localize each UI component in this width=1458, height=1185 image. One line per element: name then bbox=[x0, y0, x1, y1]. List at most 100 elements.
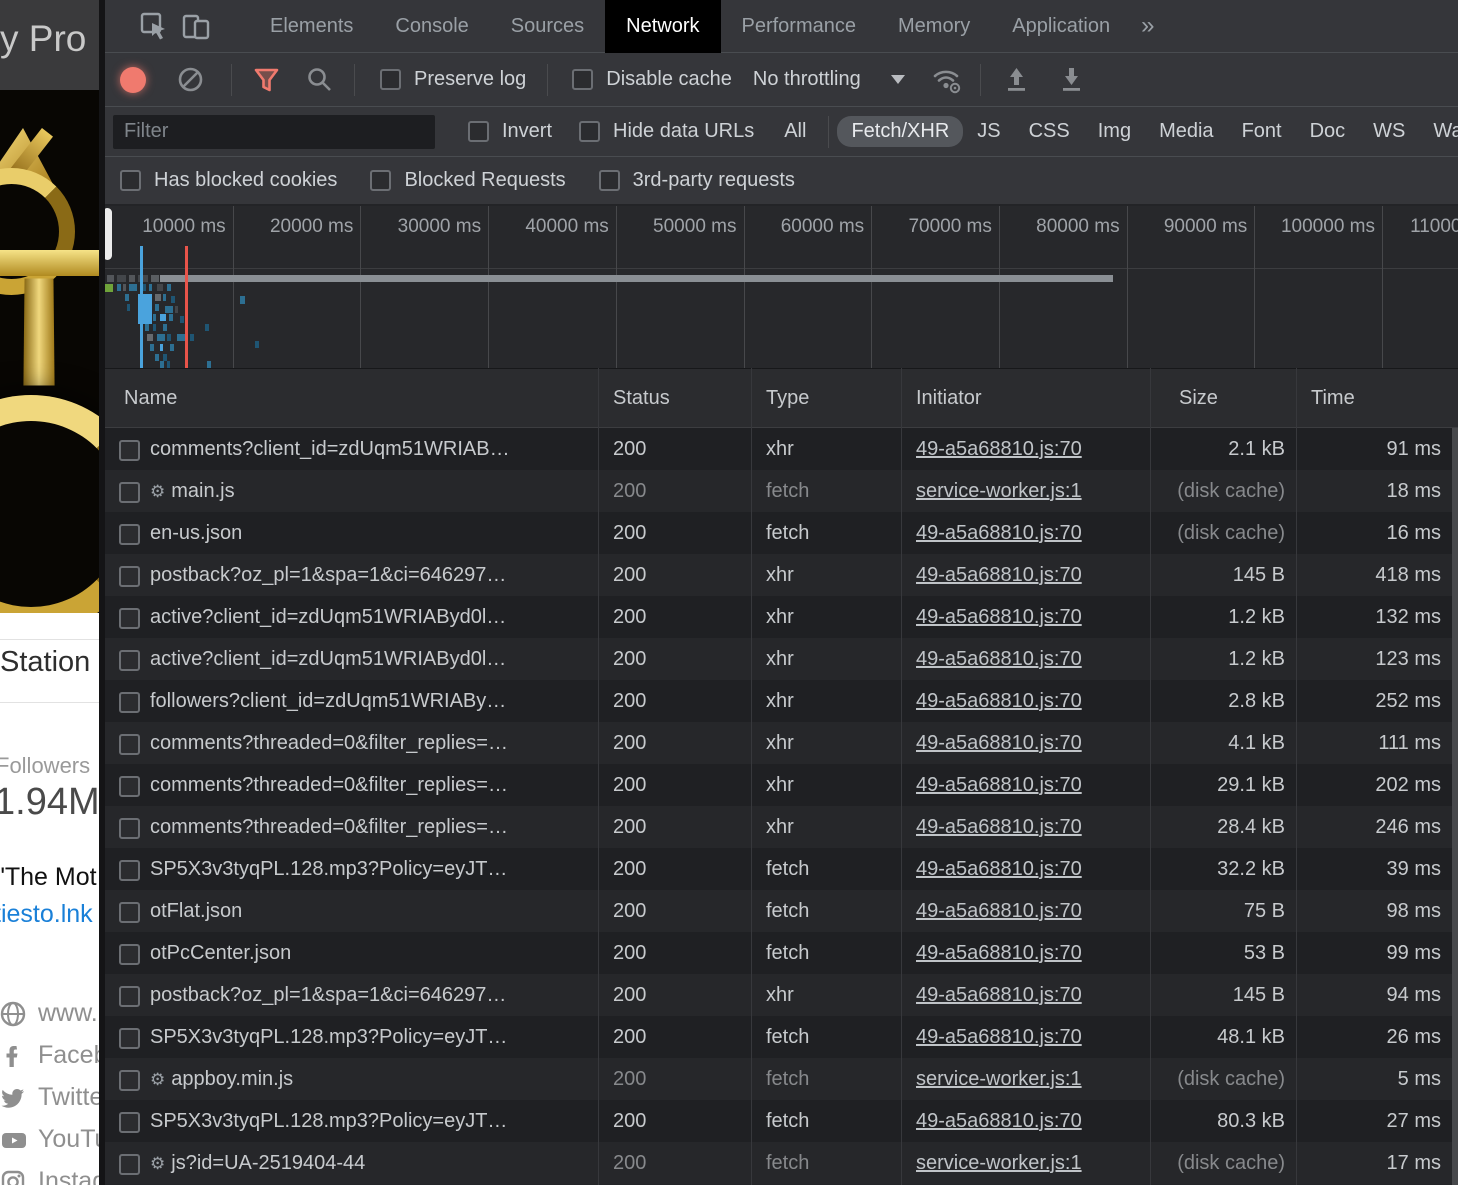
disable-cache-label[interactable]: Disable cache bbox=[606, 68, 732, 91]
blocked-requests-label[interactable]: Blocked Requests bbox=[404, 169, 565, 192]
initiator-link[interactable]: 49-a5a68810.js:70 bbox=[916, 984, 1082, 1006]
row-checkbox[interactable] bbox=[119, 734, 140, 755]
row-checkbox[interactable] bbox=[119, 566, 140, 587]
request-name[interactable]: ⚙main.js bbox=[150, 470, 598, 512]
table-row[interactable]: active?client_id=zdUqm51WRIAByd0l…200xhr… bbox=[105, 638, 1458, 680]
request-name[interactable]: otPcCenter.json bbox=[150, 932, 598, 974]
initiator-link[interactable]: 49-a5a68810.js:70 bbox=[916, 1110, 1082, 1132]
column-divider[interactable] bbox=[1296, 368, 1297, 1185]
tab-console[interactable]: Console bbox=[374, 0, 489, 53]
initiator-link[interactable]: 49-a5a68810.js:70 bbox=[916, 438, 1082, 460]
column-divider[interactable] bbox=[751, 368, 752, 1185]
import-har-icon[interactable] bbox=[1004, 66, 1029, 94]
request-name[interactable]: comments?threaded=0&filter_replies=… bbox=[150, 764, 598, 806]
column-divider[interactable] bbox=[901, 368, 902, 1185]
row-checkbox[interactable] bbox=[119, 776, 140, 797]
tab-memory[interactable]: Memory bbox=[877, 0, 991, 53]
has-blocked-cookies-checkbox[interactable] bbox=[120, 170, 141, 191]
row-checkbox[interactable] bbox=[119, 1112, 140, 1133]
row-checkbox[interactable] bbox=[119, 692, 140, 713]
column-header-size[interactable]: Size bbox=[1165, 369, 1218, 429]
request-name[interactable]: en-us.json bbox=[150, 512, 598, 554]
column-header-type[interactable]: Type bbox=[752, 369, 809, 429]
initiator-link[interactable]: 49-a5a68810.js:70 bbox=[916, 1026, 1082, 1048]
column-header-status[interactable]: Status bbox=[599, 369, 670, 429]
initiator-link[interactable]: 49-a5a68810.js:70 bbox=[916, 774, 1082, 796]
row-checkbox[interactable] bbox=[119, 944, 140, 965]
row-checkbox[interactable] bbox=[119, 818, 140, 839]
table-row[interactable]: active?client_id=zdUqm51WRIAByd0l…200xhr… bbox=[105, 596, 1458, 638]
social-link-facebook[interactable]: Faceb bbox=[0, 1037, 100, 1079]
request-name[interactable]: comments?client_id=zdUqm51WRIAB… bbox=[150, 428, 598, 470]
type-filter-all[interactable]: All bbox=[770, 116, 820, 147]
type-filter-wasm[interactable]: Wasm bbox=[1419, 116, 1458, 147]
clear-network-log-icon[interactable] bbox=[177, 66, 204, 93]
initiator-link[interactable]: 49-a5a68810.js:70 bbox=[916, 690, 1082, 712]
network-overview-timeline[interactable]: 10000 ms20000 ms30000 ms40000 ms50000 ms… bbox=[105, 206, 1458, 368]
station-label[interactable]: Station bbox=[0, 646, 90, 679]
preserve-log-checkbox[interactable] bbox=[380, 69, 401, 90]
blocked-requests-checkbox[interactable] bbox=[370, 170, 391, 191]
table-row[interactable]: followers?client_id=zdUqm51WRIABy…200xhr… bbox=[105, 680, 1458, 722]
table-row[interactable]: comments?threaded=0&filter_replies=…200x… bbox=[105, 764, 1458, 806]
table-row[interactable]: comments?client_id=zdUqm51WRIAB…200xhr49… bbox=[105, 428, 1458, 470]
initiator-link[interactable]: service-worker.js:1 bbox=[916, 480, 1082, 502]
hide-data-urls-checkbox[interactable] bbox=[579, 121, 600, 142]
device-toolbar-icon[interactable] bbox=[181, 11, 211, 41]
tab-performance[interactable]: Performance bbox=[721, 0, 878, 53]
table-row[interactable]: SP5X3v3tyqPL.128.mp3?Policy=eyJT…200fetc… bbox=[105, 1100, 1458, 1142]
request-name[interactable]: comments?threaded=0&filter_replies=… bbox=[150, 722, 598, 764]
table-row[interactable]: ⚙js?id=UA-2519404-44200fetchservice-work… bbox=[105, 1142, 1458, 1184]
initiator-link[interactable]: 49-a5a68810.js:70 bbox=[916, 606, 1082, 628]
row-checkbox[interactable] bbox=[119, 524, 140, 545]
column-divider[interactable] bbox=[598, 368, 599, 1185]
initiator-link[interactable]: 49-a5a68810.js:70 bbox=[916, 900, 1082, 922]
row-checkbox[interactable] bbox=[119, 482, 140, 503]
type-filter-js[interactable]: JS bbox=[963, 116, 1014, 147]
type-filter-font[interactable]: Font bbox=[1228, 116, 1296, 147]
table-scrollbar[interactable] bbox=[1452, 428, 1458, 1185]
social-link-instagram[interactable]: Instag bbox=[0, 1163, 100, 1185]
request-name[interactable]: active?client_id=zdUqm51WRIAByd0l… bbox=[150, 638, 598, 680]
row-checkbox[interactable] bbox=[119, 1154, 140, 1175]
request-name[interactable]: SP5X3v3tyqPL.128.mp3?Policy=eyJT… bbox=[150, 1016, 598, 1058]
bio-link[interactable]: tiesto.lnk bbox=[0, 900, 93, 929]
request-name[interactable]: active?client_id=zdUqm51WRIAByd0l… bbox=[150, 596, 598, 638]
preserve-log-label[interactable]: Preserve log bbox=[414, 68, 526, 91]
table-row[interactable]: postback?oz_pl=1&spa=1&ci=646297…200xhr4… bbox=[105, 974, 1458, 1016]
type-filter-img[interactable]: Img bbox=[1084, 116, 1145, 147]
3rd-party-requests-label[interactable]: 3rd-party requests bbox=[633, 169, 795, 192]
initiator-link[interactable]: 49-a5a68810.js:70 bbox=[916, 648, 1082, 670]
hide-data-urls-label[interactable]: Hide data URLs bbox=[613, 120, 754, 143]
table-row[interactable]: en-us.json200fetch49-a5a68810.js:70(disk… bbox=[105, 512, 1458, 554]
social-link-youtube[interactable]: YouTu bbox=[0, 1121, 100, 1163]
network-conditions-icon[interactable] bbox=[931, 65, 963, 95]
table-row[interactable]: otPcCenter.json200fetch49-a5a68810.js:70… bbox=[105, 932, 1458, 974]
row-checkbox[interactable] bbox=[119, 1070, 140, 1091]
row-checkbox[interactable] bbox=[119, 1028, 140, 1049]
row-checkbox[interactable] bbox=[119, 650, 140, 671]
type-filter-ws[interactable]: WS bbox=[1359, 116, 1419, 147]
request-name[interactable]: followers?client_id=zdUqm51WRIABy… bbox=[150, 680, 598, 722]
table-row[interactable]: ⚙main.js200fetchservice-worker.js:1(disk… bbox=[105, 470, 1458, 512]
caret-down-icon[interactable] bbox=[891, 75, 905, 84]
table-row[interactable]: comments?threaded=0&filter_replies=…200x… bbox=[105, 806, 1458, 848]
type-filter-css[interactable]: CSS bbox=[1015, 116, 1084, 147]
table-row[interactable]: comments?threaded=0&filter_replies=…200x… bbox=[105, 722, 1458, 764]
request-name[interactable]: ⚙appboy.min.js bbox=[150, 1058, 598, 1100]
initiator-link[interactable]: 49-a5a68810.js:70 bbox=[916, 942, 1082, 964]
has-blocked-cookies-label[interactable]: Has blocked cookies bbox=[154, 169, 337, 192]
initiator-link[interactable]: service-worker.js:1 bbox=[916, 1068, 1082, 1090]
initiator-link[interactable]: 49-a5a68810.js:70 bbox=[916, 816, 1082, 838]
request-name[interactable]: otFlat.json bbox=[150, 890, 598, 932]
column-header-name[interactable]: Name bbox=[110, 369, 177, 429]
request-name[interactable]: postback?oz_pl=1&spa=1&ci=646297… bbox=[150, 554, 598, 596]
type-filter-media[interactable]: Media bbox=[1145, 116, 1227, 147]
row-checkbox[interactable] bbox=[119, 902, 140, 923]
initiator-link[interactable]: 49-a5a68810.js:70 bbox=[916, 522, 1082, 544]
row-checkbox[interactable] bbox=[119, 986, 140, 1007]
tab-elements[interactable]: Elements bbox=[249, 0, 374, 53]
table-row[interactable]: SP5X3v3tyqPL.128.mp3?Policy=eyJT…200fetc… bbox=[105, 1016, 1458, 1058]
invert-label[interactable]: Invert bbox=[502, 120, 552, 143]
request-name[interactable]: ⚙js?id=UA-2519404-44 bbox=[150, 1142, 598, 1184]
